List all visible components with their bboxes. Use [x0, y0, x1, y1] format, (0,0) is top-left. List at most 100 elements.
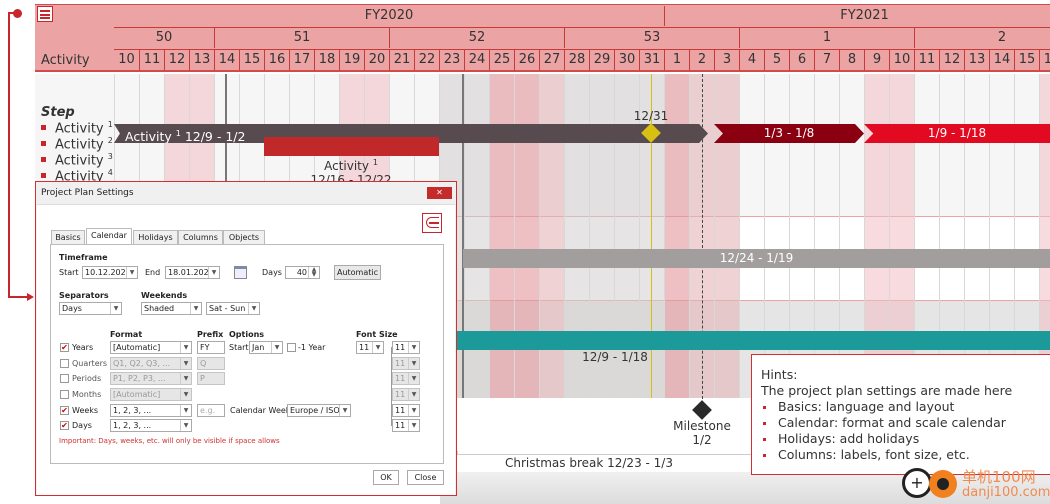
week-header[interactable]: 52: [389, 28, 564, 48]
row-checkbox-quarters[interactable]: [60, 359, 69, 368]
activity-column-header[interactable]: Activity: [41, 53, 90, 68]
day-header[interactable]: 20: [364, 50, 389, 70]
years-start-select[interactable]: Jan ▼: [249, 341, 283, 354]
week-header[interactable]: 53: [564, 28, 739, 48]
tab-basics[interactable]: Basics: [51, 230, 85, 245]
day-header[interactable]: 24: [464, 50, 489, 70]
day-header[interactable]: 9: [864, 50, 889, 70]
format-select[interactable]: [Automatic] ▼: [110, 388, 192, 401]
close-dialog-button[interactable]: Close: [407, 470, 444, 485]
day-header[interactable]: 5: [764, 50, 789, 70]
day-header[interactable]: 3: [714, 50, 739, 70]
day-header[interactable]: 25: [489, 50, 514, 70]
teal-bar[interactable]: [440, 331, 1050, 350]
format-select[interactable]: [Automatic] ▼: [110, 341, 192, 354]
automatic-button[interactable]: Automatic: [334, 265, 381, 280]
row-checkbox-months[interactable]: [60, 390, 69, 399]
format-select[interactable]: Q1, Q2, Q3, ... ▼: [110, 357, 192, 370]
activity-list-item[interactable]: Activity 3: [41, 152, 113, 168]
prefix-input[interactable]: P: [197, 372, 225, 385]
day-header[interactable]: 11: [139, 50, 164, 70]
fiscal-year-header[interactable]: FY2021: [664, 6, 1050, 26]
days-stepper[interactable]: 40 ▲ ▼: [285, 266, 320, 279]
day-header[interactable]: 30: [614, 50, 639, 70]
phase2-bar[interactable]: 1/3 - 1/8: [714, 124, 864, 143]
minus-one-year-checkbox[interactable]: [287, 343, 296, 352]
calendar-icon[interactable]: [234, 266, 247, 279]
day-header[interactable]: 23: [439, 50, 464, 70]
separators-select[interactable]: Days ▼: [59, 302, 122, 315]
font-size-select[interactable]: 11 ▼: [392, 419, 420, 432]
row-checkbox-weeks[interactable]: ✔: [60, 406, 69, 415]
day-header[interactable]: 27: [539, 50, 564, 70]
prefix-input[interactable]: e.g. W: [197, 404, 225, 417]
week-header[interactable]: 1: [739, 28, 914, 48]
day-header[interactable]: 17: [289, 50, 314, 70]
day-header[interactable]: 2: [689, 50, 714, 70]
day-header[interactable]: 21: [389, 50, 414, 70]
day-header[interactable]: 12: [164, 50, 189, 70]
day-header[interactable]: 16: [1039, 50, 1050, 70]
weekend-days-select[interactable]: Sat - Sun ▼: [206, 302, 260, 315]
row-checkbox-periods[interactable]: [60, 374, 69, 383]
format-select[interactable]: 1, 2, 3, ... ▼: [110, 419, 192, 432]
day-header[interactable]: 15: [1014, 50, 1039, 70]
week-header[interactable]: 51: [214, 28, 389, 48]
tab-objects[interactable]: Objects: [223, 230, 265, 245]
tab-holidays[interactable]: Holidays: [133, 230, 178, 245]
day-header[interactable]: 4: [739, 50, 764, 70]
weekends-mode-select[interactable]: Shaded ▼: [141, 302, 202, 315]
format-select[interactable]: 1, 2, 3, ... ▼: [110, 404, 192, 417]
day-header[interactable]: 19: [339, 50, 364, 70]
font-size-select[interactable]: 11 ▼: [392, 404, 420, 417]
day-header[interactable]: 22: [414, 50, 439, 70]
start-date-input[interactable]: 10.12.2020 ▼: [82, 266, 138, 279]
day-header[interactable]: 18: [314, 50, 339, 70]
day-header[interactable]: 10: [114, 50, 139, 70]
step-label: Step: [41, 105, 75, 120]
day-header[interactable]: 31: [639, 50, 664, 70]
day-header[interactable]: 15: [239, 50, 264, 70]
row-checkbox-years[interactable]: ✔: [60, 343, 69, 352]
font-size-select[interactable]: 11 ▼: [392, 341, 420, 354]
fiscal-year-header[interactable]: FY2020: [114, 6, 664, 26]
day-header[interactable]: 13: [189, 50, 214, 70]
font-size-select[interactable]: 11 ▼: [392, 372, 420, 385]
activity-list-item[interactable]: Activity 1: [41, 120, 113, 136]
day-header[interactable]: 16: [264, 50, 289, 70]
end-date-input[interactable]: 18.01.2021 ▼: [165, 266, 220, 279]
day-header[interactable]: 29: [589, 50, 614, 70]
day-header[interactable]: 10: [889, 50, 914, 70]
day-header[interactable]: 6: [789, 50, 814, 70]
menu-button[interactable]: [37, 6, 53, 22]
day-header[interactable]: 14: [989, 50, 1014, 70]
milestone-diamond-icon[interactable]: [692, 400, 712, 420]
font-size-select[interactable]: 11 ▼: [392, 388, 420, 401]
week-header[interactable]: 50: [114, 28, 214, 48]
row-checkbox-days[interactable]: ✔: [60, 421, 69, 430]
ok-button[interactable]: OK: [373, 470, 399, 485]
day-header[interactable]: 11: [914, 50, 939, 70]
format-select[interactable]: P1, P2, P3, ... ▼: [110, 372, 192, 385]
prefix-input[interactable]: FY: [197, 341, 225, 354]
day-header[interactable]: 12: [939, 50, 964, 70]
week-header[interactable]: 2: [914, 28, 1050, 48]
calendar-week-select[interactable]: Europe / ISO... ▼: [287, 404, 351, 417]
task-bar[interactable]: [264, 137, 439, 156]
prefix-input[interactable]: Q: [197, 357, 225, 370]
font-size-select[interactable]: 11 ▼: [356, 341, 384, 354]
gray-bar[interactable]: 12/24 - 1/19: [463, 249, 1050, 268]
tab-columns[interactable]: Columns: [178, 230, 223, 245]
day-header[interactable]: 28: [564, 50, 589, 70]
font-size-select[interactable]: 11 ▼: [392, 357, 420, 370]
close-button[interactable]: ✕: [427, 187, 452, 199]
day-header[interactable]: 8: [839, 50, 864, 70]
activity-list-item[interactable]: Activity 2: [41, 136, 113, 152]
milestone-label: Milestone 1/2: [673, 419, 731, 447]
day-header[interactable]: 26: [514, 50, 539, 70]
phase3-bar[interactable]: 1/9 - 1/18: [864, 124, 1050, 143]
day-header[interactable]: 14: [214, 50, 239, 70]
day-header[interactable]: 13: [964, 50, 989, 70]
day-header[interactable]: 7: [814, 50, 839, 70]
day-header[interactable]: 1: [664, 50, 689, 70]
